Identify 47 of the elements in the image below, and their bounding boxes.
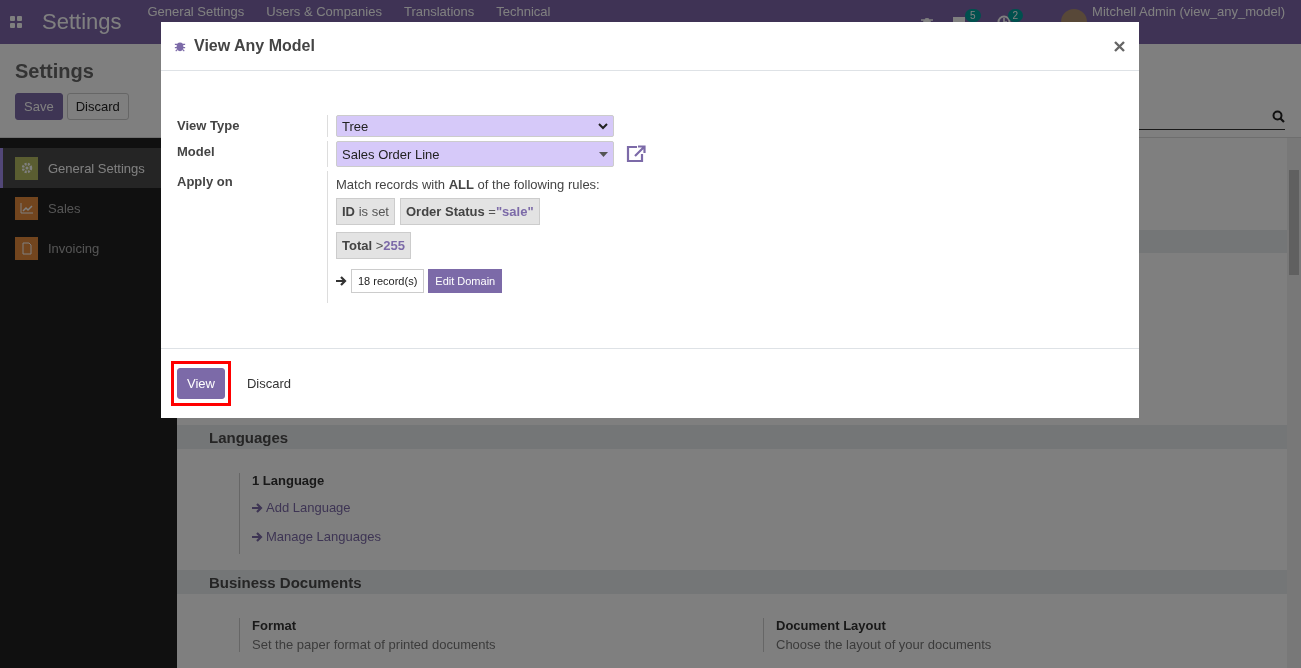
setting-title: Format [252,618,298,633]
section-title: Languages [209,428,289,446]
arrow-right-icon [252,531,263,542]
chart-icon [15,196,38,220]
close-icon[interactable] [1114,40,1125,52]
external-link-icon[interactable] [626,145,646,163]
search-icon[interactable] [1272,109,1285,123]
sidebar-item[interactable]: Sales [0,188,177,228]
setting-title: Document Layout [776,618,887,633]
model-select[interactable]: Sales Order Line [336,141,614,167]
setting-link[interactable]: Manage Languages [252,529,763,544]
view-button[interactable]: View [177,368,225,399]
caret-icon [599,151,608,157]
arrow-right-icon [336,276,347,286]
invoice-icon [15,236,38,260]
user-name[interactable]: Mitchell Admin (view_any_model) [1092,4,1285,19]
setting-description: Choose the layout of your documents [776,637,993,652]
gear-icon [15,156,38,180]
menu-item[interactable]: Users & Companies [266,4,382,19]
field-label: View Type [177,117,241,135]
setting-description: Set the paper format of printed documents [252,637,497,652]
discard-button[interactable]: Discard [66,93,129,120]
apps-grid-icon[interactable] [10,16,22,28]
notification-badge: 2 [1007,9,1024,22]
setting-title: 1 Language [252,473,326,488]
discard-button[interactable]: Discard [238,376,300,391]
dialog-title: View Any Model [194,37,315,55]
section-title: Business Documents [209,573,362,591]
edit-domain-button[interactable]: Edit Domain [428,269,503,293]
record-count-button[interactable]: 18 record(s) [351,269,425,293]
notification-badge: 5 [964,9,981,22]
arrow-right-icon [252,502,263,513]
breadcrumb: Settings [15,60,95,83]
menu-item[interactable]: Technical [496,4,551,19]
scrollbar[interactable] [1287,138,1301,668]
field-label: Model [177,143,216,161]
menu-item[interactable]: Translations [403,4,475,19]
bug-icon [174,40,186,52]
domain-description: Match records with ALL of the following rules: [336,177,601,192]
field-label: Apply on [177,173,234,191]
sidebar-item[interactable]: Invoicing [0,228,177,268]
menu-item[interactable]: General Settings [147,4,245,19]
app-title: Settings [42,9,122,35]
view-type-select[interactable]: Tree [336,115,614,137]
chevron-down-icon [598,122,608,130]
setting-link[interactable]: Add Language [252,500,763,515]
save-button[interactable]: Save [15,93,63,120]
